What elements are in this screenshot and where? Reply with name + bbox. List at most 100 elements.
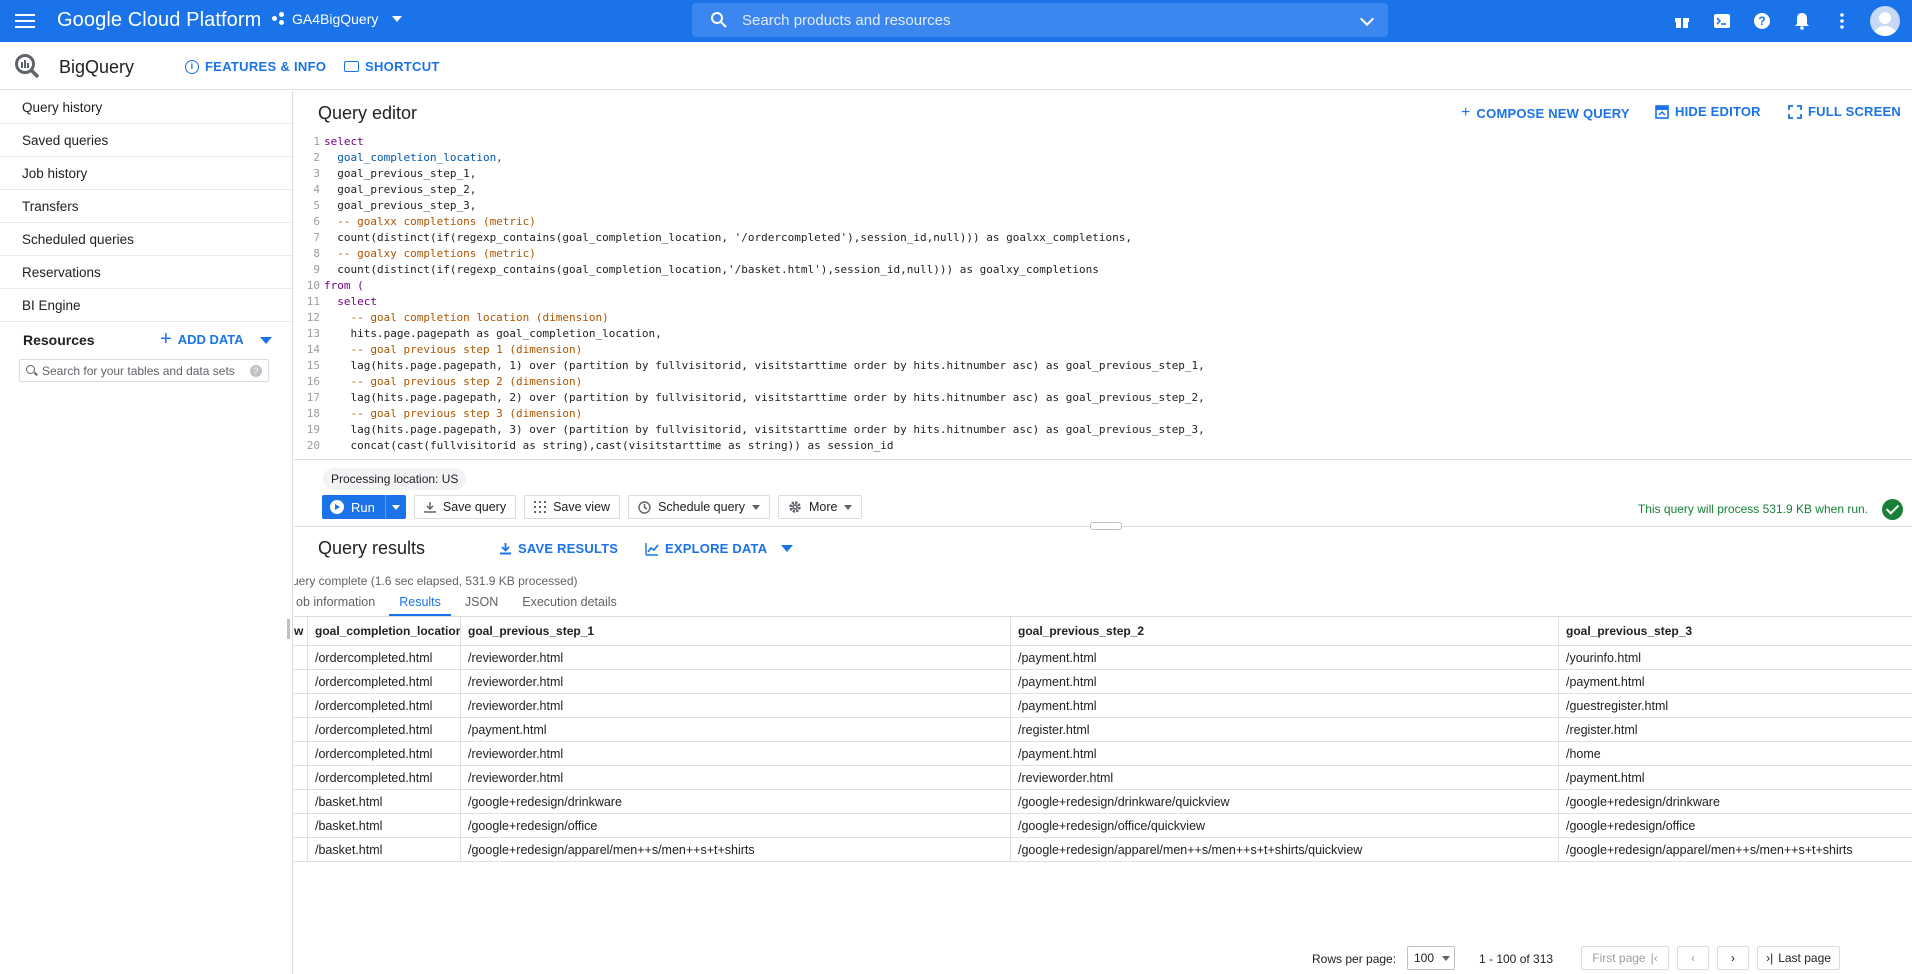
menu-icon[interactable]	[14, 10, 36, 32]
table-cell[interactable]: /ordercompleted.html	[308, 766, 461, 789]
account-avatar-icon[interactable]	[1870, 6, 1900, 36]
table-cell[interactable]: /ordercompleted.html	[308, 646, 461, 669]
full-screen-button[interactable]: FULL SCREEN	[1788, 104, 1901, 119]
first-page-button[interactable]: First page |‹	[1581, 946, 1669, 970]
table-cell[interactable]: /basket.html	[308, 790, 461, 813]
code-editor[interactable]: 1 select 2 goal_completion_location, 3 go…	[294, 134, 1912, 460]
table-cell[interactable]: /google+redesign/apparel/men++s/men++s+t…	[461, 838, 1011, 861]
sidebar-item-transfers[interactable]: Transfers	[0, 190, 292, 223]
table-cell[interactable]: /yourinfo.html	[1559, 646, 1912, 669]
gift-icon[interactable]	[1662, 0, 1702, 42]
table-cell[interactable]: /payment.html	[1011, 670, 1559, 693]
tab-results[interactable]: Results	[389, 588, 451, 616]
table-cell[interactable]: /payment.html	[1011, 646, 1559, 669]
table-cell[interactable]: /google+redesign/apparel/men++s/men++s+t…	[1011, 838, 1559, 861]
table-cell[interactable]: /register.html	[1011, 718, 1559, 741]
table-cell[interactable]: /guestregister.html	[1559, 694, 1912, 717]
table-cell[interactable]: /google+redesign/drinkware	[461, 790, 1011, 813]
table-cell[interactable]: /payment.html	[1559, 670, 1912, 693]
search-input[interactable]	[742, 11, 1342, 29]
table-cell[interactable]: /revieworder.html	[461, 646, 1011, 669]
table-row[interactable]: /basket.html/google+redesign/apparel/men…	[294, 838, 1912, 862]
column-header[interactable]: goal_previous_step_3	[1559, 617, 1912, 645]
explore-data-button[interactable]: EXPLORE DATA	[645, 541, 794, 556]
table-cell[interactable]: /payment.html	[1011, 694, 1559, 717]
table-cell[interactable]: /google+redesign/office	[1559, 814, 1912, 837]
table-cell[interactable]: /home	[1559, 742, 1912, 765]
save-results-button[interactable]: SAVE RESULTS	[499, 541, 618, 556]
brand-title[interactable]: Google Cloud Platform	[57, 9, 261, 32]
help-icon[interactable]: ?	[250, 365, 262, 377]
table-cell[interactable]: /payment.html	[461, 718, 1011, 741]
schedule-query-button[interactable]: Schedule query	[628, 495, 770, 519]
table-cell[interactable]: /google+redesign/office	[461, 814, 1011, 837]
table-row[interactable]: /ordercompleted.html/revieworder.html/re…	[294, 766, 1912, 790]
sidebar-item-scheduled-queries[interactable]: Scheduled queries	[0, 223, 292, 256]
run-options-dropdown[interactable]	[386, 495, 406, 519]
notifications-icon[interactable]	[1782, 0, 1822, 42]
shortcut-button[interactable]: SHORTCUT	[344, 59, 440, 74]
add-data-button[interactable]: + ADD DATA	[160, 322, 272, 358]
table-cell[interactable]: /ordercompleted.html	[308, 694, 461, 717]
table-row[interactable]: /ordercompleted.html/payment.html/regist…	[294, 718, 1912, 742]
save-view-button[interactable]: Save view	[524, 495, 621, 519]
run-button[interactable]: Run	[322, 495, 386, 519]
table-cell[interactable]: /google+redesign/drinkware/quickview	[1011, 790, 1559, 813]
previous-page-button[interactable]: ‹	[1677, 946, 1709, 970]
sidebar-item-reservations[interactable]: Reservations	[0, 256, 292, 289]
table-cell[interactable]: /google+redesign/drinkware	[1559, 790, 1912, 813]
sidebar-item-job-history[interactable]: Job history	[0, 157, 292, 190]
table-cell[interactable]: /ordercompleted.html	[308, 742, 461, 765]
table-row[interactable]: /basket.html/google+redesign/office/goog…	[294, 814, 1912, 838]
column-header[interactable]: goal_completion_location	[308, 617, 461, 645]
features-info-button[interactable]: i FEATURES & INFO	[185, 59, 326, 74]
first-page-icon: |‹	[1650, 951, 1658, 965]
tab-job-information[interactable]: ob information	[294, 588, 385, 616]
table-row[interactable]: /ordercompleted.html/revieworder.html/pa…	[294, 646, 1912, 670]
expand-search-icon[interactable]	[1359, 11, 1375, 27]
first-page-label: First page	[1592, 951, 1646, 965]
column-header[interactable]: goal_previous_step_1	[461, 617, 1011, 645]
hide-editor-button[interactable]: HIDE EDITOR	[1655, 104, 1761, 119]
resource-search-input[interactable]	[42, 363, 242, 378]
help-icon[interactable]: ?	[1742, 0, 1782, 42]
sidebar-item-bi-engine[interactable]: BI Engine	[0, 289, 292, 322]
processing-location-chip[interactable]: Processing location: US	[323, 468, 467, 490]
table-cell[interactable]: /revieworder.html	[461, 766, 1011, 789]
sidebar-resize-handle[interactable]	[287, 619, 290, 639]
resource-search-field[interactable]: ?	[19, 359, 269, 382]
more-vert-icon[interactable]	[1822, 0, 1862, 42]
table-cell[interactable]: /ordercompleted.html	[308, 670, 461, 693]
table-cell[interactable]: /revieworder.html	[461, 694, 1011, 717]
sidebar-item-query-history[interactable]: Query history	[0, 91, 292, 124]
cloud-shell-icon[interactable]	[1702, 0, 1742, 42]
panel-resize-handle[interactable]	[1090, 522, 1122, 530]
table-row[interactable]: /ordercompleted.html/revieworder.html/pa…	[294, 742, 1912, 766]
save-query-button[interactable]: Save query	[413, 495, 517, 519]
table-cell[interactable]: /google+redesign/apparel/men++s/men++s+t…	[1559, 838, 1912, 861]
table-cell[interactable]: /ordercompleted.html	[308, 718, 461, 741]
table-cell[interactable]: /basket.html	[308, 814, 461, 837]
table-row[interactable]: /ordercompleted.html/revieworder.html/pa…	[294, 694, 1912, 718]
more-button[interactable]: More	[777, 495, 863, 519]
column-header[interactable]: goal_previous_step_2	[1011, 617, 1559, 645]
sidebar-item-saved-queries[interactable]: Saved queries	[0, 124, 292, 157]
table-row[interactable]: /ordercompleted.html/revieworder.html/pa…	[294, 670, 1912, 694]
tab-json[interactable]: JSON	[455, 588, 508, 616]
table-cell[interactable]: /payment.html	[1011, 742, 1559, 765]
table-cell[interactable]: /payment.html	[1559, 766, 1912, 789]
search-bar[interactable]	[692, 3, 1388, 37]
table-row[interactable]: /basket.html/google+redesign/drinkware/g…	[294, 790, 1912, 814]
table-cell[interactable]: /revieworder.html	[461, 742, 1011, 765]
table-cell[interactable]: /revieworder.html	[1011, 766, 1559, 789]
compose-new-query-button[interactable]: + COMPOSE NEW QUERY	[1461, 104, 1630, 122]
next-page-button[interactable]: ›	[1717, 946, 1749, 970]
rows-per-page-select[interactable]: 100	[1407, 946, 1455, 970]
project-selector[interactable]: GA4BigQuery	[272, 11, 403, 27]
table-cell[interactable]: /register.html	[1559, 718, 1912, 741]
table-cell[interactable]: /basket.html	[308, 838, 461, 861]
table-cell[interactable]: /google+redesign/office/quickview	[1011, 814, 1559, 837]
table-cell[interactable]: /revieworder.html	[461, 670, 1011, 693]
tab-execution-details[interactable]: Execution details	[512, 588, 627, 616]
last-page-button[interactable]: ›| Last page	[1757, 946, 1840, 970]
